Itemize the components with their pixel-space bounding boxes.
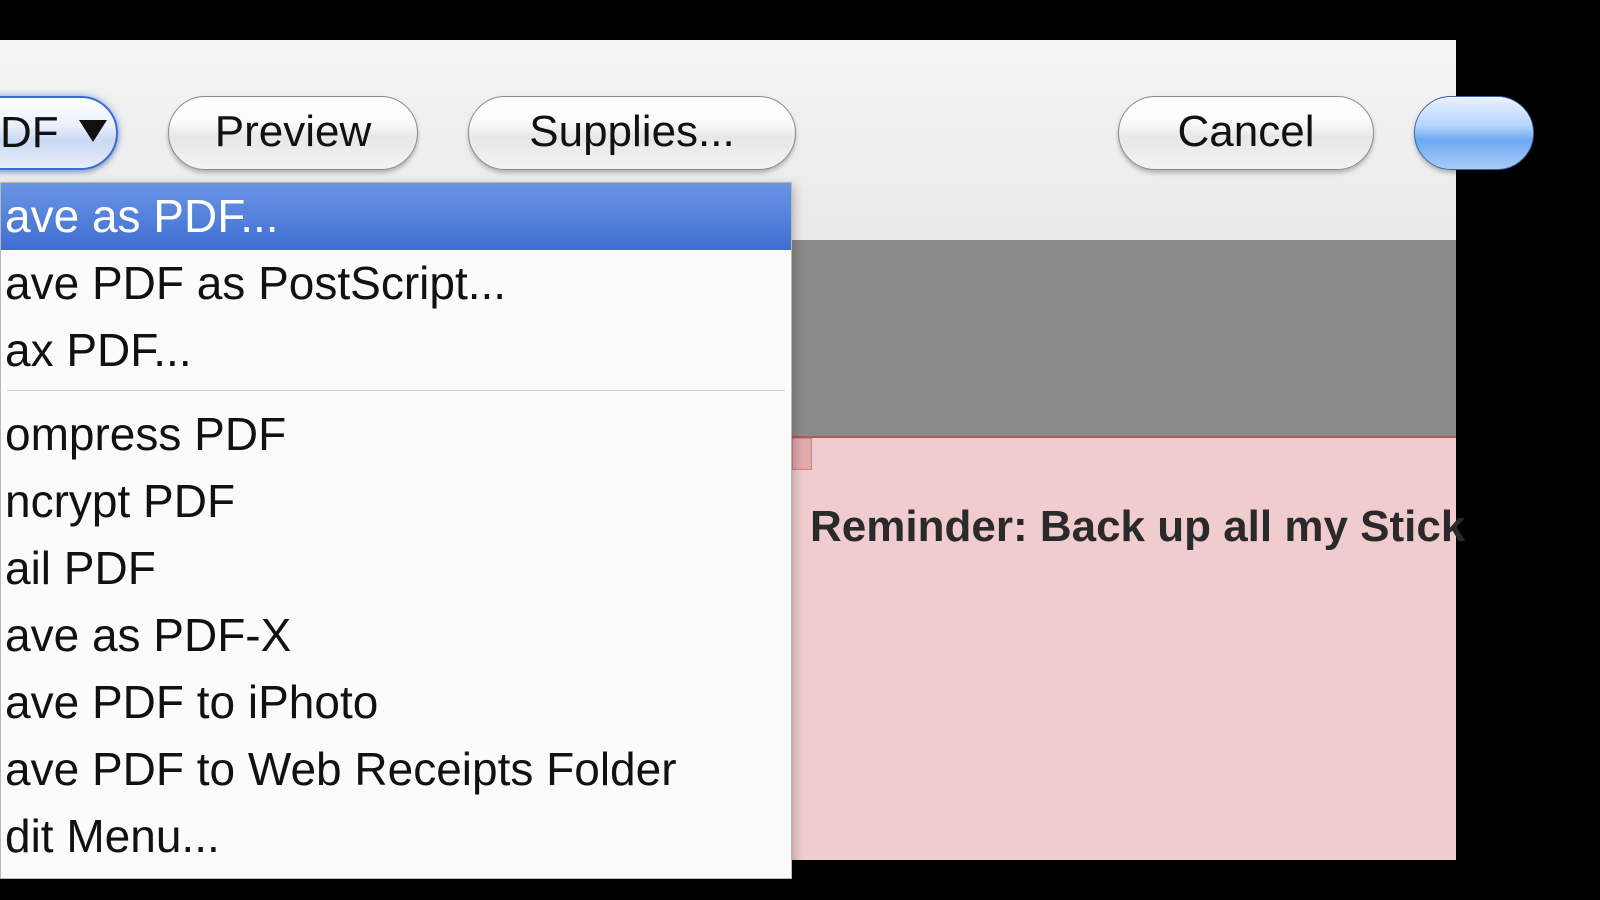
sticky-note-text: Reminder: Back up all my Stick — [810, 502, 1465, 552]
menu-item-save-as-pdfx[interactable]: ave as PDF-X — [1, 602, 791, 669]
cancel-button[interactable]: Cancel — [1118, 96, 1374, 170]
print-primary-button[interactable] — [1414, 96, 1534, 170]
sticky-tab — [792, 438, 812, 470]
menu-item-mail-pdf[interactable]: ail PDF — [1, 535, 791, 602]
chevron-down-icon — [79, 120, 107, 142]
background-window: Reminder: Back up all my Stick — [792, 238, 1456, 860]
menu-item-save-as-pdf[interactable]: ave as PDF... — [1, 183, 791, 250]
supplies-button[interactable]: Supplies... — [468, 96, 796, 170]
pdf-popup-button[interactable]: DF — [0, 96, 118, 170]
menu-item-save-pdf-to-iphoto[interactable]: ave PDF to iPhoto — [1, 669, 791, 736]
background-window-header — [792, 238, 1456, 438]
pdf-dropdown-menu: ave as PDF... ave PDF as PostScript... a… — [0, 182, 792, 879]
screenshot-stage: Reminder: Back up all my Stick DF Previe… — [0, 0, 1600, 900]
pdf-popup-label: DF — [0, 108, 59, 157]
menu-separator — [7, 390, 785, 391]
menu-item-edit-menu[interactable]: dit Menu... — [1, 803, 791, 870]
menu-item-encrypt-pdf[interactable]: ncrypt PDF — [1, 468, 791, 535]
menu-item-save-pdf-to-web-receipts[interactable]: ave PDF to Web Receipts Folder — [1, 736, 791, 803]
visible-area: Reminder: Back up all my Stick DF Previe… — [0, 40, 1456, 860]
menu-item-compress-pdf[interactable]: ompress PDF — [1, 401, 791, 468]
menu-item-save-pdf-as-postscript[interactable]: ave PDF as PostScript... — [1, 250, 791, 317]
menu-item-fax-pdf[interactable]: ax PDF... — [1, 317, 791, 384]
preview-button[interactable]: Preview — [168, 96, 418, 170]
